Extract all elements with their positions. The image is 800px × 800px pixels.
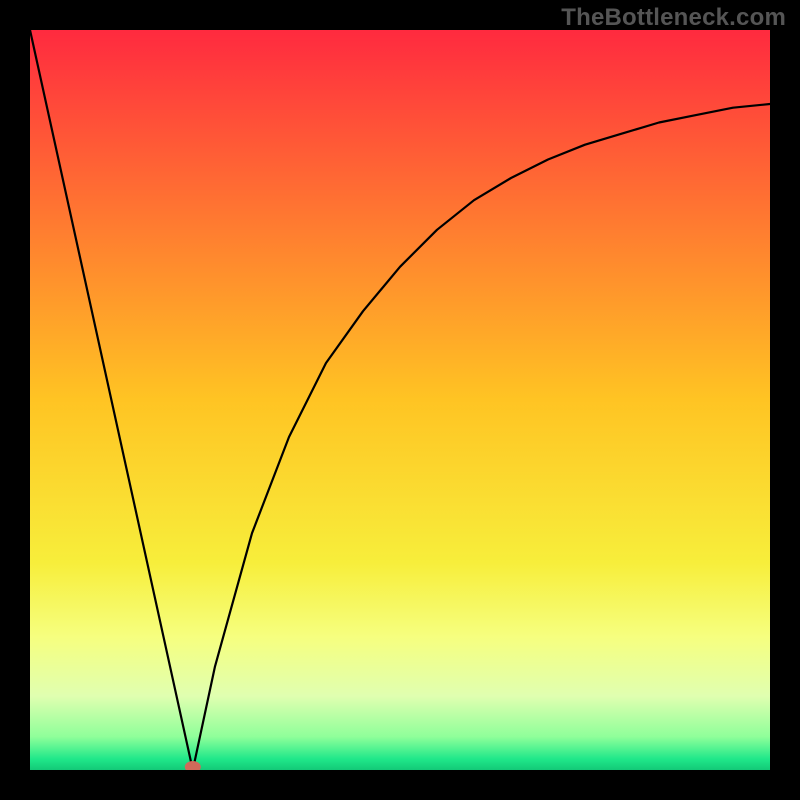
chart-svg: [30, 30, 770, 770]
chart-frame: TheBottleneck.com: [0, 0, 800, 800]
gradient-background: [30, 30, 770, 770]
plot-area: [30, 30, 770, 770]
watermark-text: TheBottleneck.com: [561, 4, 786, 32]
